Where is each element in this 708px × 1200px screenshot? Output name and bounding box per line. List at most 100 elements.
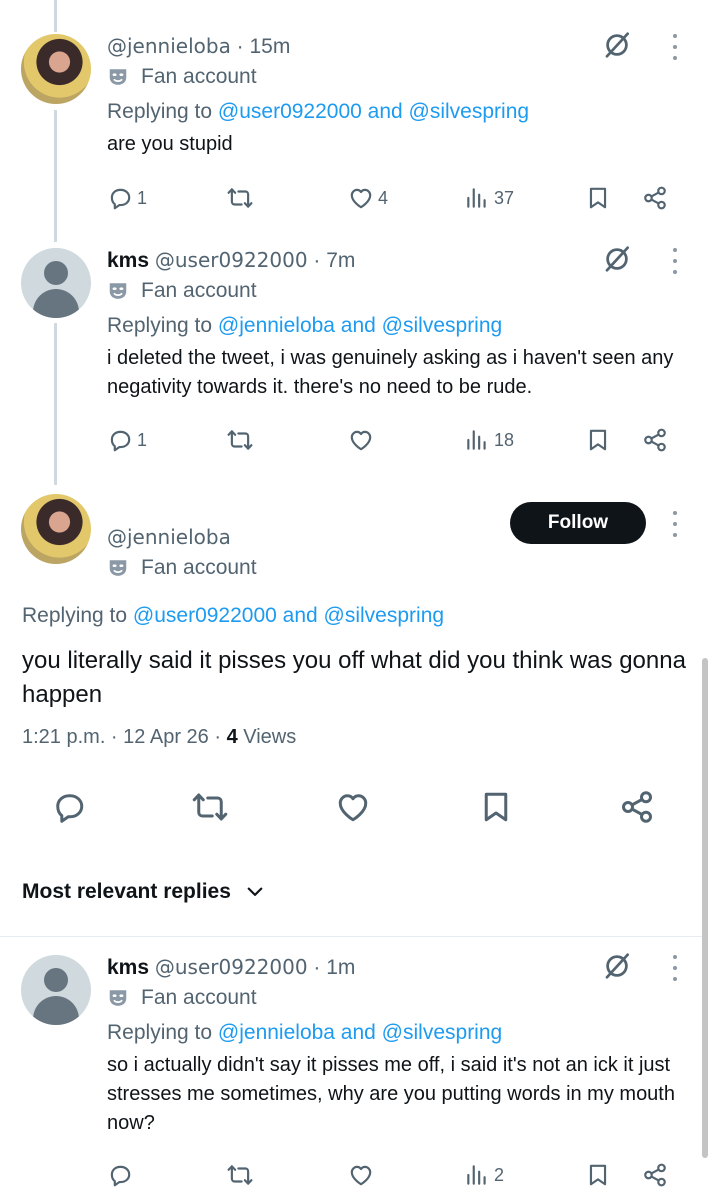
grok-icon[interactable] xyxy=(602,951,632,981)
replies-sort-dropdown[interactable]: Most relevant replies xyxy=(22,880,265,904)
reply-icon xyxy=(107,427,133,453)
reply-button[interactable]: 1 xyxy=(107,425,147,455)
views-icon xyxy=(464,427,490,453)
avatar[interactable] xyxy=(21,494,91,564)
fan-account-label: Fan account xyxy=(107,62,692,92)
views-button[interactable]: 2 xyxy=(464,1160,504,1190)
share-button[interactable] xyxy=(619,792,655,822)
replying-to: Replying to @user0922000 and @silvesprin… xyxy=(107,100,530,123)
fan-account-mask-icon xyxy=(107,66,129,88)
repost-button[interactable] xyxy=(227,425,257,455)
bookmark-button[interactable] xyxy=(585,1160,611,1190)
views-button[interactable]: 37 xyxy=(464,183,514,213)
more-icon[interactable] xyxy=(672,34,678,60)
reply-button[interactable]: 1 xyxy=(107,183,147,213)
reply-count: 1 xyxy=(137,429,148,450)
thread-tweet[interactable]: @jennieloba · 15m Fan account Replying t… xyxy=(0,0,708,230)
replying-to: Replying to @jennieloba and @silvespring xyxy=(107,1021,503,1044)
avatar[interactable] xyxy=(21,34,91,104)
post-time: · 15m xyxy=(236,35,291,58)
grok-icon[interactable] xyxy=(602,30,632,60)
share-icon xyxy=(619,789,655,825)
repost-icon xyxy=(227,185,253,211)
like-button[interactable] xyxy=(348,425,378,455)
share-icon xyxy=(642,427,668,453)
like-button[interactable]: 4 xyxy=(348,183,388,213)
replying-to-users[interactable]: @user0922000 and @silvespring xyxy=(133,604,444,627)
bookmark-icon xyxy=(585,427,611,453)
fan-account-label: Fan account xyxy=(107,276,692,306)
share-button[interactable] xyxy=(642,1160,668,1190)
fan-account-label: Fan account xyxy=(107,553,692,583)
repost-button[interactable] xyxy=(192,792,228,822)
views-button[interactable]: 18 xyxy=(464,425,514,455)
avatar[interactable] xyxy=(21,248,91,318)
tweet-text: so i actually didn't say it pisses me of… xyxy=(107,1054,675,1134)
scrollbar[interactable] xyxy=(702,658,708,1158)
like-button[interactable] xyxy=(335,792,371,822)
chevron-down-icon xyxy=(245,882,265,902)
tweet-text: i deleted the tweet, i was genuinely ask… xyxy=(107,347,674,398)
replying-to-users[interactable]: @jennieloba and @silvespring xyxy=(218,314,502,337)
like-count: 4 xyxy=(378,187,389,208)
tweet-meta: 1:21 p.m. · 12 Apr 26 · 4 Views xyxy=(22,726,297,748)
reply-button[interactable] xyxy=(51,792,87,822)
view-count: 4 xyxy=(226,726,238,748)
replying-to: Replying to @user0922000 and @silvesprin… xyxy=(22,604,445,627)
reply-icon xyxy=(107,1162,133,1188)
views-icon xyxy=(464,185,490,211)
user-handle[interactable]: @user0922000 xyxy=(155,955,308,979)
timestamp[interactable]: 1:21 p.m. · 12 Apr 26 · xyxy=(22,726,227,748)
repost-icon xyxy=(227,1162,253,1188)
user-handle[interactable]: @jennieloba xyxy=(107,525,231,549)
display-name[interactable]: kms xyxy=(107,956,149,979)
bookmark-button[interactable] xyxy=(478,792,514,822)
more-icon[interactable] xyxy=(672,511,678,537)
reply-button[interactable] xyxy=(107,1160,137,1190)
thread-tweet[interactable]: kms @user0922000 · 7m Fan account Replyi… xyxy=(0,230,708,480)
reply-tweet[interactable]: kms @user0922000 · 1m Fan account Replyi… xyxy=(0,937,708,1200)
share-icon xyxy=(642,185,668,211)
user-handle[interactable]: @jennieloba xyxy=(107,34,231,58)
avatar[interactable] xyxy=(21,955,91,1025)
focused-action-bar xyxy=(0,792,708,838)
reply-icon xyxy=(107,185,133,211)
repost-icon xyxy=(227,427,253,453)
bookmark-icon xyxy=(585,185,611,211)
follow-button[interactable]: Follow xyxy=(510,502,646,544)
post-time: · 1m xyxy=(313,956,356,979)
reply-icon xyxy=(51,789,87,825)
share-button[interactable] xyxy=(642,183,668,213)
bookmark-button[interactable] xyxy=(585,183,611,213)
repost-button[interactable] xyxy=(227,1160,257,1190)
view-count: 18 xyxy=(494,429,515,450)
view-count: 2 xyxy=(494,1164,505,1185)
fan-account-mask-icon xyxy=(107,987,129,1009)
replies-sort-label: Most relevant replies xyxy=(22,880,231,903)
replying-to-users[interactable]: @user0922000 and @silvespring xyxy=(218,100,529,123)
views-icon xyxy=(464,1162,490,1188)
view-count: 37 xyxy=(494,187,515,208)
more-icon[interactable] xyxy=(672,955,678,981)
bookmark-icon xyxy=(585,1162,611,1188)
replying-to-users[interactable]: @jennieloba and @silvespring xyxy=(218,1021,502,1044)
user-handle[interactable]: @user0922000 xyxy=(155,248,308,272)
bookmark-icon xyxy=(478,789,514,825)
fan-account-mask-icon xyxy=(107,557,129,579)
like-icon xyxy=(348,185,374,211)
more-icon[interactable] xyxy=(672,248,678,274)
post-time: · 7m xyxy=(313,249,356,272)
replying-to: Replying to @jennieloba and @silvespring xyxy=(107,314,503,337)
grok-icon[interactable] xyxy=(602,244,632,274)
like-icon xyxy=(335,789,371,825)
tweet-text: you literally said it pisses you off wha… xyxy=(22,647,686,708)
bookmark-button[interactable] xyxy=(585,425,611,455)
reply-count: 1 xyxy=(137,187,148,208)
like-icon xyxy=(348,427,374,453)
share-button[interactable] xyxy=(642,425,668,455)
repost-button[interactable] xyxy=(227,183,257,213)
fan-account-label: Fan account xyxy=(107,983,692,1013)
display-name[interactable]: kms xyxy=(107,249,149,272)
like-button[interactable] xyxy=(348,1160,378,1190)
fan-account-mask-icon xyxy=(107,280,129,302)
